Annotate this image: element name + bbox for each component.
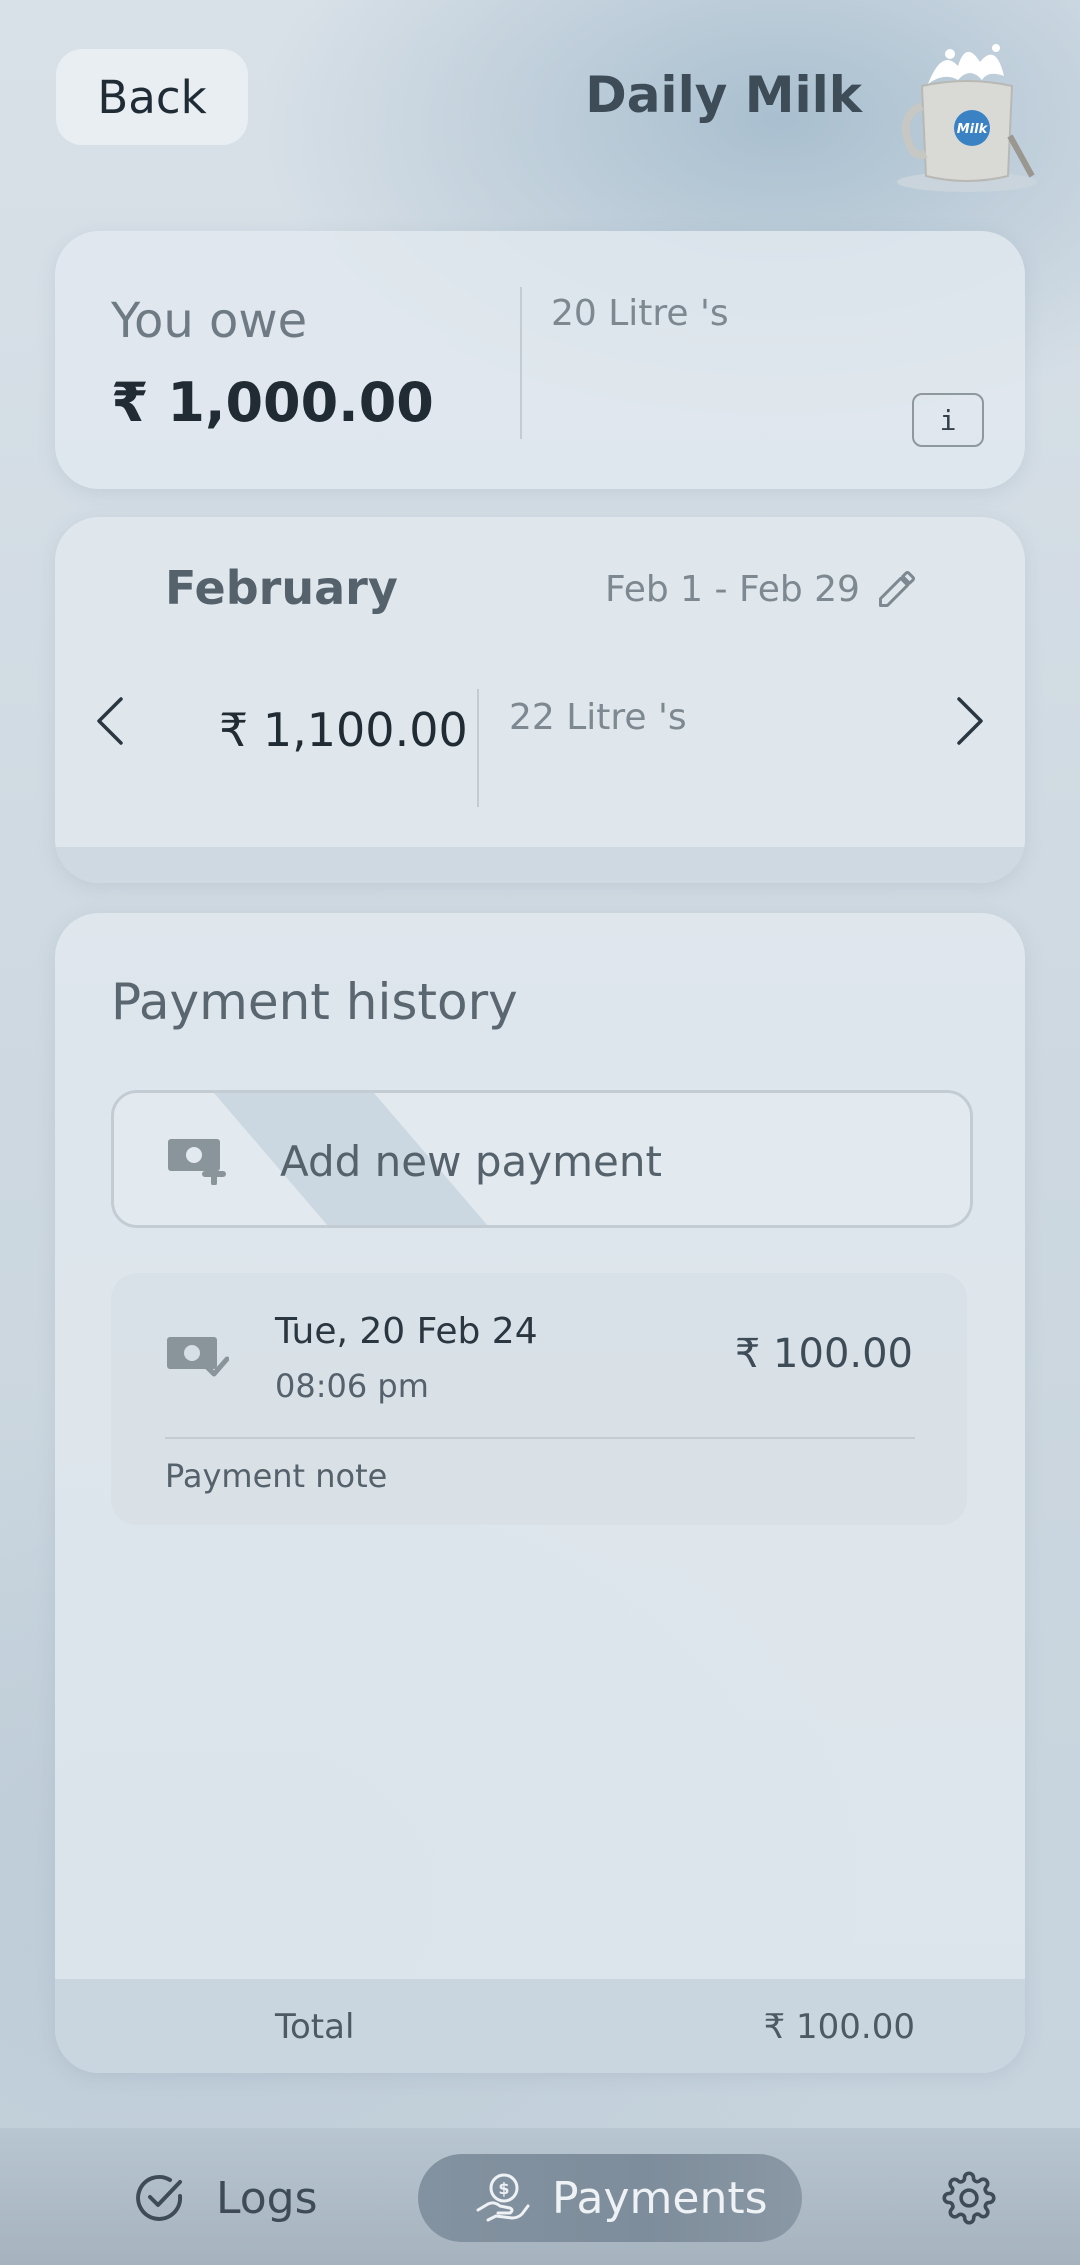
payment-date: Tue, 20 Feb 24	[275, 1311, 538, 1352]
logo-text: Milk	[957, 122, 989, 137]
total-amount: ₹ 100.00	[763, 2007, 915, 2047]
payment-note: Payment note	[165, 1457, 388, 1495]
milk-jug-logo: Milk	[897, 44, 1037, 192]
hand-coin-icon: $	[476, 2173, 530, 2222]
payment-amount: ₹ 100.00	[734, 1331, 913, 1377]
gear-icon[interactable]	[942, 2171, 996, 2225]
payment-history-card: Payment history Add new payment Tue, 20 …	[55, 913, 1025, 2073]
page-title: Daily Milk	[585, 66, 862, 124]
add-payment-label: Add new payment	[280, 1137, 662, 1186]
section-title: Payment history	[111, 973, 518, 1031]
month-amount: ₹ 1,100.00	[219, 703, 468, 757]
cash-check-icon	[167, 1337, 229, 1377]
cash-add-icon	[168, 1139, 226, 1185]
bottom-nav: Logs $ Payments	[0, 2128, 1080, 2265]
pencil-edit-icon[interactable]	[875, 567, 919, 611]
nav-tab-payments[interactable]: $ Payments	[418, 2154, 802, 2242]
owe-card: You owe ₹ 1,000.00 20 Litre 's i	[55, 231, 1025, 489]
month-name: February	[165, 561, 398, 615]
payment-list-item[interactable]: Tue, 20 Feb 24 08:06 pm ₹ 100.00 Payment…	[111, 1273, 967, 1525]
chevron-right-icon[interactable]	[947, 695, 991, 747]
back-button[interactable]: Back	[56, 49, 248, 145]
card-footer-strip	[55, 847, 1025, 883]
month-summary-card: February Feb 1 - Feb 29 ₹ 1,100.00 22 Li…	[55, 517, 1025, 883]
check-circle-icon	[136, 2174, 183, 2221]
nav-tab-logs[interactable]: Logs	[134, 2168, 318, 2228]
svg-text:$: $	[498, 2179, 509, 2198]
month-date-range: Feb 1 - Feb 29	[605, 569, 860, 610]
owe-amount: ₹ 1,000.00	[111, 371, 434, 434]
chevron-left-icon[interactable]	[89, 695, 133, 747]
payment-time: 08:06 pm	[275, 1367, 429, 1405]
owe-label: You owe	[111, 293, 308, 349]
total-label: Total	[275, 2007, 355, 2047]
total-bar: Total ₹ 100.00	[55, 1979, 1025, 2073]
nav-tab-payments-label: Payments	[552, 2172, 768, 2224]
month-litres: 22 Litre 's	[509, 697, 687, 738]
info-button[interactable]: i	[912, 393, 984, 447]
divider	[165, 1437, 915, 1439]
divider	[477, 689, 479, 807]
owe-litres: 20 Litre 's	[551, 293, 729, 334]
add-payment-button[interactable]: Add new payment	[111, 1090, 973, 1228]
divider	[520, 287, 522, 439]
nav-tab-logs-label: Logs	[216, 2172, 318, 2224]
